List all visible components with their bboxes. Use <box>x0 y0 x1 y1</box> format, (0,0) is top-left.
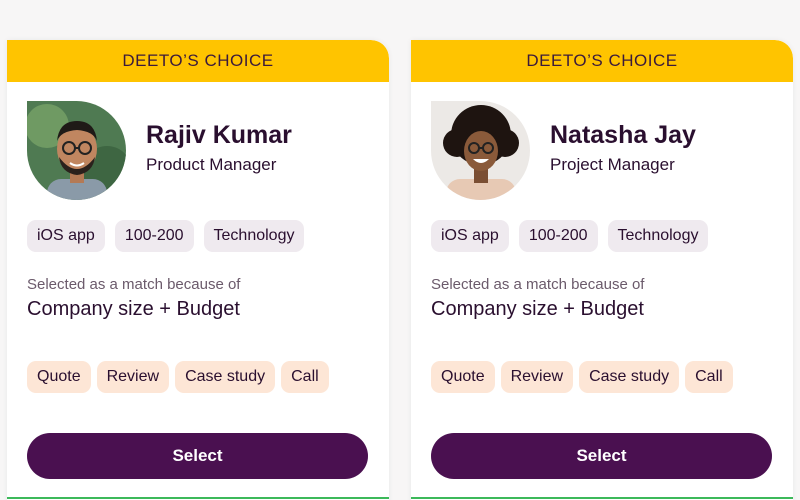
match-card: DEETO’S CHOICE Rajiv Kumar Product Manag… <box>7 40 389 500</box>
select-button[interactable]: Select <box>27 433 368 479</box>
card-bottom-accent <box>7 497 389 499</box>
tag-case-study: Case study <box>175 361 276 393</box>
chip-platform: iOS app <box>431 220 509 252</box>
tag-quote: Quote <box>431 361 495 393</box>
tag-case-study: Case study <box>579 361 680 393</box>
avatar <box>27 101 126 200</box>
profile-header: Rajiv Kumar Product Manager <box>27 101 369 201</box>
person-name: Natasha Jay <box>550 121 696 149</box>
person-role: Project Manager <box>550 155 675 174</box>
match-reason-value: Company size + Budget <box>431 298 644 320</box>
activity-tags: Quote Review Case study Call <box>27 361 329 393</box>
match-reason-label: Selected as a match because of <box>27 276 241 293</box>
tag-call: Call <box>281 361 329 393</box>
select-button[interactable]: Select <box>431 433 772 479</box>
tag-review: Review <box>96 361 170 393</box>
chip-industry: Technology <box>607 220 709 252</box>
person-role: Product Manager <box>146 155 277 174</box>
avatar <box>431 101 530 200</box>
chip-platform: iOS app <box>27 220 105 252</box>
attribute-chips: iOS app 100-200 Technology <box>431 220 709 252</box>
chip-company-size: 100-200 <box>114 220 194 252</box>
tag-quote: Quote <box>27 361 91 393</box>
card-bottom-accent <box>411 497 793 499</box>
match-card: DEETO’S CHOICE Natasha Jay Project Manag… <box>411 40 793 500</box>
match-reason-value: Company size + Budget <box>27 298 240 320</box>
choice-banner: DEETO’S CHOICE <box>411 40 793 82</box>
profile-header: Natasha Jay Project Manager <box>431 101 773 201</box>
tag-call: Call <box>685 361 733 393</box>
attribute-chips: iOS app 100-200 Technology <box>27 220 305 252</box>
choice-banner: DEETO’S CHOICE <box>7 40 389 82</box>
activity-tags: Quote Review Case study Call <box>431 361 733 393</box>
person-name: Rajiv Kumar <box>146 121 292 149</box>
chip-company-size: 100-200 <box>518 220 598 252</box>
match-cards-page: DEETO’S CHOICE Rajiv Kumar Product Manag… <box>0 0 800 500</box>
match-reason-label: Selected as a match because of <box>431 276 645 293</box>
tag-review: Review <box>500 361 574 393</box>
chip-industry: Technology <box>203 220 305 252</box>
